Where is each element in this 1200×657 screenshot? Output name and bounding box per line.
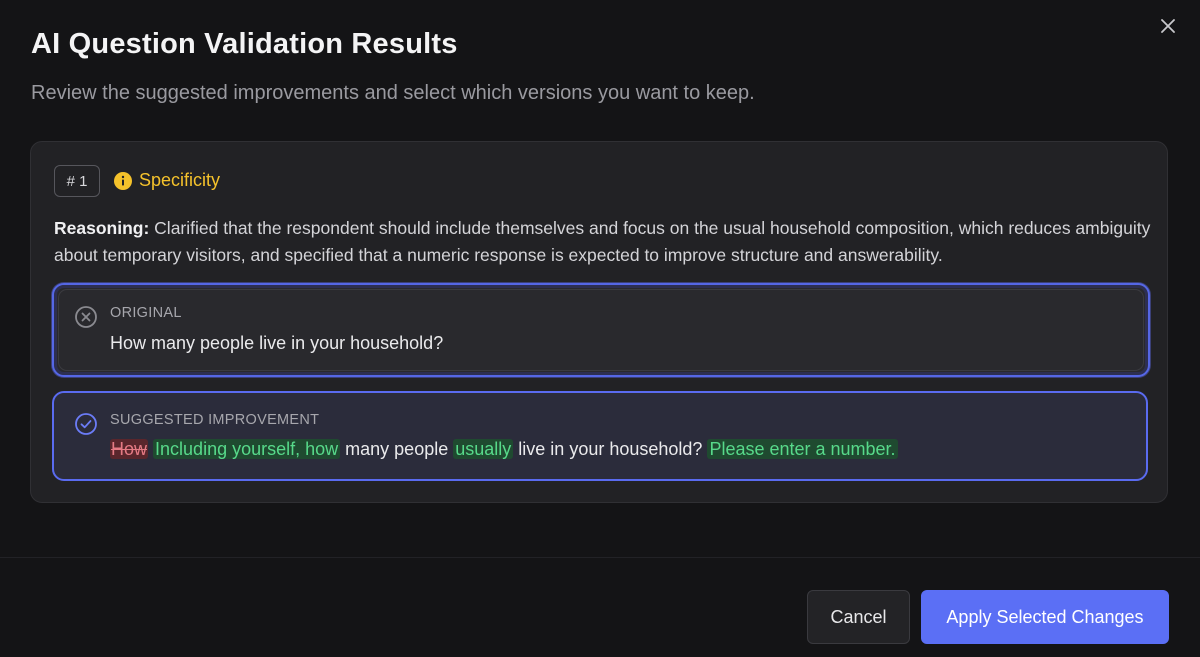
suggested-option[interactable]: SUGGESTED IMPROVEMENT How Including your… bbox=[52, 391, 1148, 481]
close-icon bbox=[1161, 19, 1175, 33]
validation-dialog: AI Question Validation Results Review th… bbox=[0, 0, 1200, 657]
result-number-badge: # 1 bbox=[54, 165, 100, 197]
apply-changes-button[interactable]: Apply Selected Changes bbox=[921, 590, 1169, 644]
plain-segment-1: many people bbox=[345, 439, 449, 459]
suggested-label: SUGGESTED IMPROVEMENT bbox=[110, 412, 320, 428]
original-label: ORIGINAL bbox=[110, 305, 182, 321]
close-button[interactable] bbox=[1156, 14, 1180, 38]
suggested-text: How Including yourself, how many people … bbox=[110, 439, 898, 460]
original-text: How many people live in your household? bbox=[110, 333, 444, 353]
cancel-button[interactable]: Cancel bbox=[807, 590, 910, 644]
reasoning-label: Reasoning: bbox=[54, 218, 150, 238]
added-segment-2: usually bbox=[453, 439, 514, 459]
removed-segment: How bbox=[110, 439, 149, 459]
reasoning-body: Clarified that the respondent should inc… bbox=[54, 218, 1151, 265]
plain-segment-2: live in your household? bbox=[518, 439, 703, 459]
info-icon bbox=[114, 172, 132, 190]
reasoning-text: Reasoning: Clarified that the respondent… bbox=[54, 215, 1154, 269]
original-option[interactable]: ORIGINAL How many people live in your ho… bbox=[52, 283, 1150, 377]
result-card: # 1 Specificity Reasoning: Clarified tha… bbox=[30, 141, 1168, 503]
dialog-subtitle: Review the suggested improvements and se… bbox=[31, 82, 755, 104]
original-option-inner bbox=[58, 289, 1144, 371]
footer-divider bbox=[0, 557, 1200, 558]
check-circle-icon bbox=[75, 413, 97, 435]
added-segment-3: Please enter a number. bbox=[707, 439, 898, 459]
added-segment-1: Including yourself, how bbox=[153, 439, 341, 459]
dialog-title: AI Question Validation Results bbox=[31, 28, 458, 60]
x-circle-icon bbox=[75, 306, 97, 328]
category-label: Specificity bbox=[139, 170, 221, 190]
